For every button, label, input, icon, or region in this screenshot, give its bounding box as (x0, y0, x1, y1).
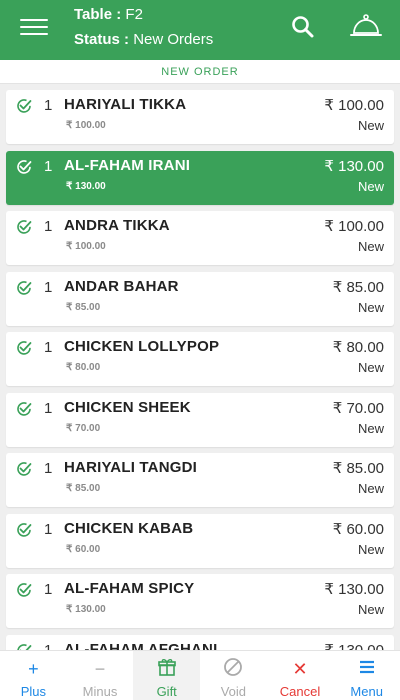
table-info: Table : F2 (74, 6, 143, 23)
check-circle-icon (16, 401, 32, 417)
menu-button[interactable]: Menu (333, 651, 400, 700)
void-button[interactable]: Void (200, 651, 267, 700)
item-name: CHICKEN KABAB (64, 519, 194, 537)
item-status: New (357, 299, 384, 315)
app-header: Table : F2 Status : New Orders (0, 0, 400, 60)
search-icon[interactable] (290, 14, 316, 45)
check-circle-icon (16, 582, 32, 598)
order-item[interactable]: 1 CHICKEN KABAB ₹ 60.00 ₹ 60.00 New (6, 513, 394, 568)
item-amount: ₹ 85.00 (332, 460, 384, 477)
status-info: Status : New Orders (74, 31, 213, 48)
order-item[interactable]: 1 AL-FAHAM SPICY ₹ 130.00 ₹ 130.00 New (6, 574, 394, 628)
minus-button[interactable]: − Minus (67, 651, 134, 700)
check-circle-icon (16, 461, 32, 477)
item-name: HARIYALI TANGDI (64, 459, 198, 476)
plus-label: Plus (20, 684, 46, 699)
menu-icon (333, 657, 400, 681)
item-amount: ₹ 85.00 (332, 278, 384, 296)
check-circle-icon (16, 219, 32, 235)
item-unit-price: ₹ 130.00 (66, 180, 106, 192)
check-circle-icon (16, 159, 32, 175)
item-amount: ₹ 60.00 (332, 520, 384, 538)
item-unit-price: ₹ 100.00 (66, 120, 106, 131)
gift-label: Gift (156, 684, 177, 699)
gift-icon (133, 657, 200, 681)
item-unit-price: ₹ 70.00 (66, 422, 101, 434)
item-status: New (357, 178, 384, 194)
item-name: AL-FAHAM IRANI (64, 156, 191, 174)
item-unit-price: ₹ 60.00 (66, 543, 101, 555)
item-qty: 1 (44, 520, 53, 538)
cancel-button[interactable]: ✕ Cancel (267, 651, 334, 700)
table-label: Table : (74, 6, 122, 23)
hamburger-menu-icon[interactable] (20, 19, 48, 41)
item-name: AL-FAHAM SPICY (64, 580, 195, 597)
item-qty: 1 (44, 97, 53, 114)
item-status: New (357, 420, 384, 436)
table-value: F2 (125, 6, 143, 23)
order-item[interactable]: 1 CHICKEN LOLLYPOP ₹ 80.00 ₹ 80.00 New (6, 332, 394, 386)
order-list[interactable]: 1 HARIYALI TIKKA ₹ 100.00 ₹ 100.00 New 1 AL-FA… (0, 90, 400, 652)
item-qty: 1 (44, 581, 53, 598)
cancel-label: Cancel (279, 684, 321, 699)
close-icon: ✕ (292, 659, 308, 679)
void-label: Void (220, 684, 246, 699)
item-status: New (357, 481, 384, 496)
item-amount: ₹ 130.00 (324, 581, 384, 598)
item-qty: 1 (44, 278, 53, 296)
item-amount: ₹ 80.00 (332, 339, 384, 356)
check-circle-icon (16, 340, 32, 356)
item-name: CHICKEN LOLLYPOP (64, 338, 220, 355)
action-toolbar: + Plus − Minus Gift Void ✕ Cancel Menu (0, 650, 400, 700)
item-status: New (357, 118, 384, 133)
item-unit-price: ₹ 85.00 (66, 483, 101, 494)
item-name: ANDRA TIKKA (64, 217, 170, 234)
section-title: NEW ORDER (0, 60, 400, 84)
item-qty: 1 (44, 460, 53, 477)
menu-label: Menu (350, 684, 383, 699)
item-status: New (357, 360, 384, 375)
item-amount: ₹ 70.00 (332, 399, 384, 417)
item-unit-price: ₹ 80.00 (66, 362, 101, 373)
order-item[interactable]: 1 AL-FAHAM IRANI ₹ 130.00 ₹ 130.00 New (6, 150, 394, 205)
plus-icon: + (28, 659, 39, 679)
order-item[interactable]: 1 HARIYALI TIKKA ₹ 100.00 ₹ 100.00 New (6, 90, 394, 144)
item-amount: ₹ 130.00 (324, 157, 384, 175)
status-label: Status : (74, 31, 130, 48)
item-qty: 1 (44, 399, 53, 417)
order-item[interactable]: 1 ANDAR BAHAR ₹ 85.00 ₹ 85.00 New (6, 271, 394, 326)
item-unit-price: ₹ 130.00 (66, 604, 106, 615)
cloche-icon[interactable] (350, 13, 382, 44)
gift-button[interactable]: Gift (133, 651, 201, 700)
order-item[interactable]: 1 ANDRA TIKKA ₹ 100.00 ₹ 100.00 New (6, 211, 394, 265)
item-name: HARIYALI TIKKA (64, 96, 187, 113)
item-qty: 1 (44, 339, 53, 356)
order-item[interactable]: 1 CHICKEN SHEEK ₹ 70.00 ₹ 70.00 New (6, 392, 394, 447)
item-status: New (357, 239, 384, 254)
check-circle-icon (16, 98, 32, 114)
item-amount: ₹ 100.00 (324, 218, 384, 235)
plus-button[interactable]: + Plus (0, 651, 67, 700)
minus-icon: − (94, 659, 106, 679)
order-item[interactable]: 1 HARIYALI TANGDI ₹ 85.00 ₹ 85.00 New (6, 453, 394, 507)
check-circle-icon (16, 522, 32, 538)
item-amount: ₹ 100.00 (324, 97, 384, 114)
item-name: ANDAR BAHAR (64, 277, 179, 295)
item-status: New (357, 602, 384, 617)
check-circle-icon (16, 280, 32, 296)
status-value: New Orders (133, 31, 214, 48)
item-unit-price: ₹ 85.00 (66, 301, 101, 313)
item-qty: 1 (44, 218, 53, 235)
item-unit-price: ₹ 100.00 (66, 241, 106, 252)
minus-label: Minus (82, 684, 118, 699)
item-status: New (357, 541, 384, 557)
item-name: CHICKEN SHEEK (64, 398, 191, 416)
item-qty: 1 (44, 157, 53, 175)
void-icon (200, 657, 267, 681)
